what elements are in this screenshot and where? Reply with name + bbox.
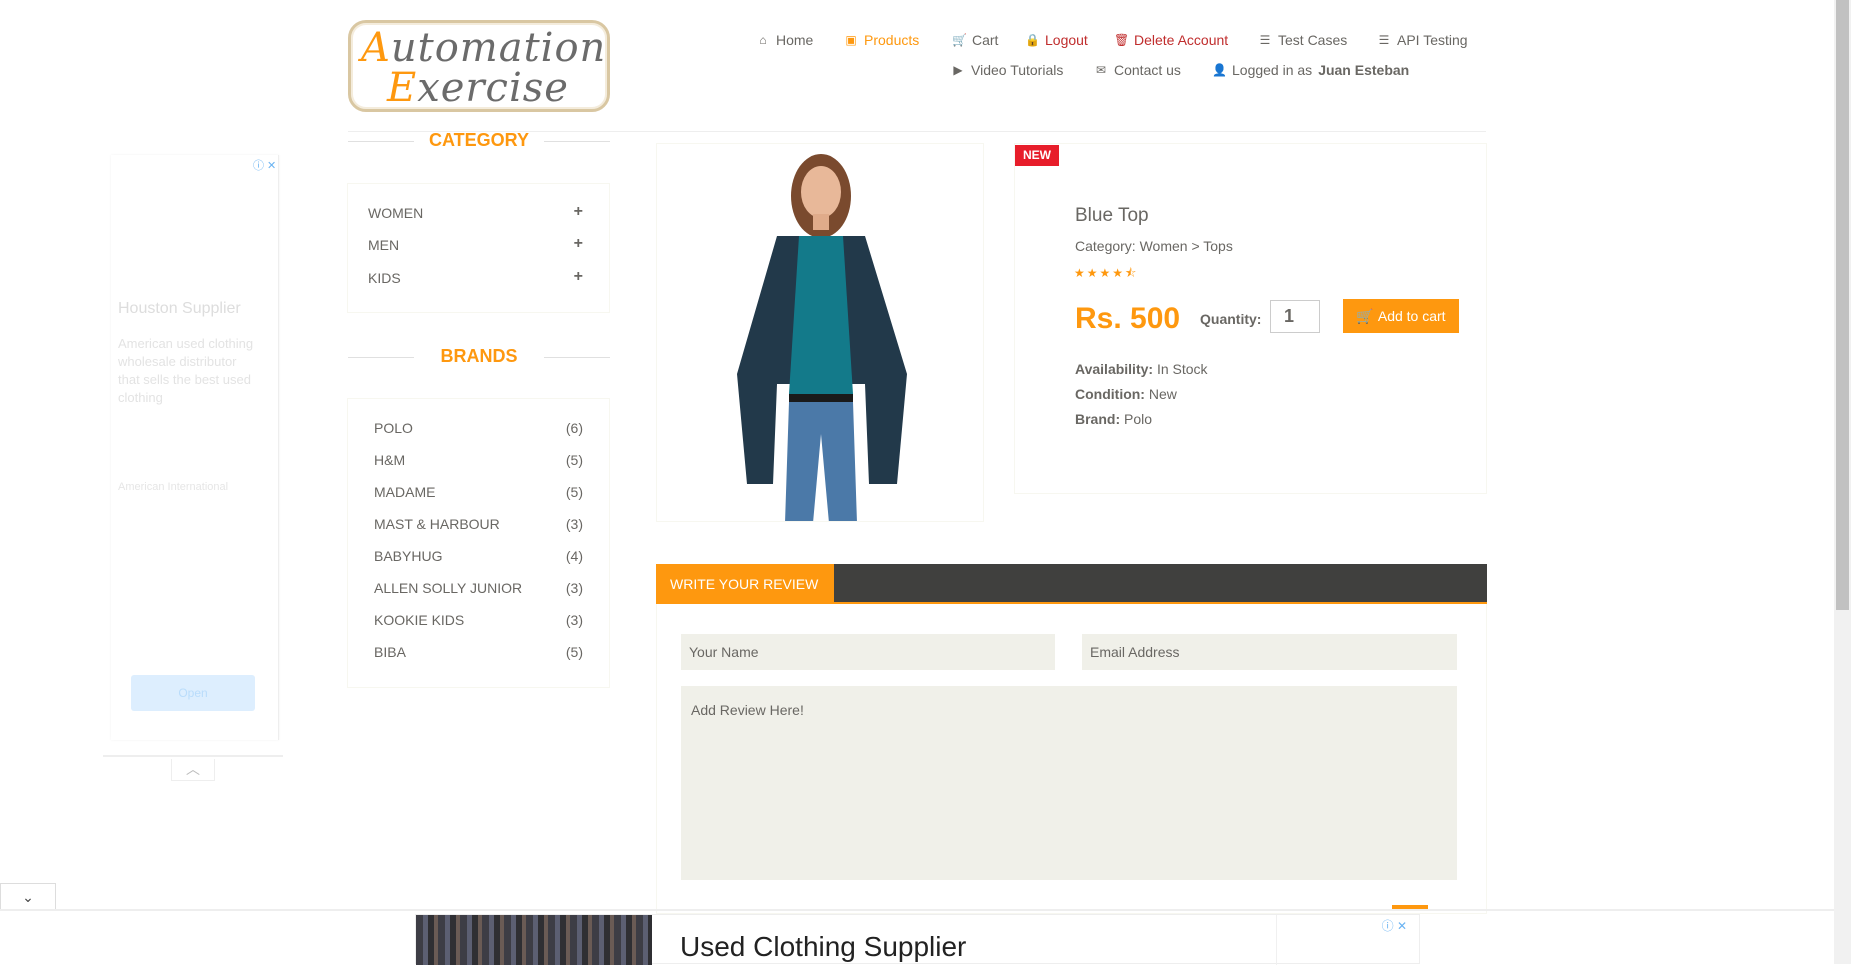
- bottom-ad-title: Used Clothing Supplier: [680, 931, 967, 962]
- logo-line-2: Exercise: [387, 65, 569, 111]
- product-image: [656, 143, 984, 522]
- quantity-input[interactable]: [1270, 300, 1320, 333]
- condition-row: Condition: New: [1075, 386, 1177, 402]
- ad-open-button[interactable]: Open: [131, 675, 255, 711]
- brand-kookie-kids[interactable]: KOOKIE KIDS: [374, 612, 464, 628]
- adchoices-icon[interactable]: ⓘ ✕: [253, 157, 276, 173]
- nav-cart[interactable]: 🛒 Cart: [952, 32, 998, 48]
- site-logo[interactable]: Automation Exercise: [348, 20, 610, 112]
- chevron-down-icon[interactable]: ⌄: [0, 883, 56, 910]
- scrollbar-thumb[interactable]: [1836, 0, 1849, 610]
- envelope-icon: ✉: [1095, 63, 1107, 77]
- category-title: CATEGORY: [348, 130, 610, 151]
- brands-title: BRANDS: [348, 346, 610, 367]
- product-price: Rs. 500: [1075, 302, 1181, 335]
- new-badge: NEW: [1015, 145, 1059, 166]
- trash-icon: 🗑: [1114, 33, 1130, 47]
- nav-api-testing[interactable]: ☰ API Testing: [1377, 32, 1468, 48]
- nav-products[interactable]: ▣ Products: [844, 32, 919, 48]
- category-kids[interactable]: KIDS: [368, 270, 401, 286]
- add-to-cart-label: Add to cart: [1377, 308, 1446, 324]
- ad-description: American used clothing wholesale distrib…: [118, 336, 254, 405]
- product-category: Category: Women > Tops: [1075, 238, 1233, 254]
- ad-image: [416, 915, 652, 965]
- nav-contact-us[interactable]: ✉ Contact us: [1094, 62, 1181, 78]
- list-icon: ☰: [1259, 33, 1271, 47]
- nav-delete-account[interactable]: 🗑 Delete Account: [1114, 32, 1228, 48]
- plus-icon[interactable]: +: [574, 268, 583, 286]
- product-title: Blue Top: [1075, 205, 1149, 226]
- brand-count: (4): [565, 548, 583, 564]
- brand-count: (3): [565, 580, 583, 596]
- ad-source: American International: [118, 481, 229, 493]
- left-advertisement[interactable]: ⓘ ✕ Houston Supplier American used cloth…: [103, 155, 283, 781]
- nav-video-tutorials[interactable]: ▶ Video Tutorials: [951, 62, 1063, 78]
- brand-count: (5): [565, 644, 583, 660]
- user-icon: 👤: [1212, 63, 1227, 77]
- brand-babyhug[interactable]: BABYHUG: [374, 548, 442, 564]
- list-icon: ☰: [1378, 33, 1390, 47]
- brand-count: (3): [565, 612, 583, 628]
- availability-row: Availability: In Stock: [1075, 361, 1208, 377]
- brand-madame[interactable]: MADAME: [374, 484, 435, 500]
- tab-write-review[interactable]: WRITE YOUR REVIEW: [656, 564, 834, 604]
- rating-stars-icon: ★★★★⯪: [1074, 266, 1139, 280]
- bottom-ad-divider: [0, 909, 1835, 911]
- chevron-up-icon[interactable]: ︿: [171, 759, 215, 781]
- cart-icon: 🛒: [1356, 307, 1374, 324]
- logged-in-user: 👤 Logged in as Juan Esteban: [1212, 62, 1410, 78]
- page-scrollbar[interactable]: [1834, 0, 1851, 964]
- bottom-advertisement[interactable]: Used Clothing Supplier ⓘ ✕: [415, 914, 1420, 965]
- plus-icon[interactable]: +: [574, 203, 583, 221]
- nav-test-cases[interactable]: ☰ Test Cases: [1258, 32, 1348, 48]
- brand-hm[interactable]: H&M: [374, 452, 405, 468]
- quantity-label: Quantity:: [1200, 311, 1262, 327]
- ad-frame: [111, 155, 279, 740]
- products-icon: ▣: [845, 33, 857, 47]
- adchoices-icon[interactable]: ⓘ ✕: [1382, 917, 1407, 934]
- category-men[interactable]: MEN: [368, 237, 399, 253]
- category-panel: WOMEN + MEN + KIDS +: [347, 183, 610, 313]
- brands-panel: POLO (6) H&M (5) MADAME (5) MAST & HARBO…: [347, 398, 610, 688]
- brand-mast-harbour[interactable]: MAST & HARBOUR: [374, 516, 500, 532]
- ad-title: Houston Supplier: [118, 300, 241, 317]
- lock-icon: 🔒: [1025, 33, 1040, 47]
- ad-divider: [103, 755, 283, 757]
- cart-icon: 🛒: [952, 33, 967, 47]
- nav-logout[interactable]: 🔒 Logout: [1025, 32, 1088, 48]
- brand-row: Brand: Polo: [1075, 411, 1153, 427]
- add-to-cart-button[interactable]: 🛒 Add to cart: [1343, 299, 1459, 333]
- review-text-input[interactable]: [681, 686, 1457, 880]
- brand-allen-solly-junior[interactable]: ALLEN SOLLY JUNIOR: [374, 580, 522, 596]
- brand-count: (6): [565, 420, 583, 436]
- nav-home[interactable]: ⌂ Home: [756, 32, 813, 48]
- review-email-input[interactable]: [1082, 634, 1457, 670]
- category-women[interactable]: WOMEN: [368, 205, 423, 221]
- brand-count: (3): [565, 516, 583, 532]
- brand-polo[interactable]: POLO: [374, 420, 413, 436]
- brand-biba[interactable]: BIBA: [374, 644, 406, 660]
- home-icon: ⌂: [759, 33, 767, 47]
- brand-count: (5): [565, 484, 583, 500]
- review-name-input[interactable]: [681, 634, 1055, 670]
- brand-count: (5): [565, 452, 583, 468]
- video-icon: ▶: [953, 63, 963, 77]
- plus-icon[interactable]: +: [574, 235, 583, 253]
- model-illustration: [737, 154, 907, 521]
